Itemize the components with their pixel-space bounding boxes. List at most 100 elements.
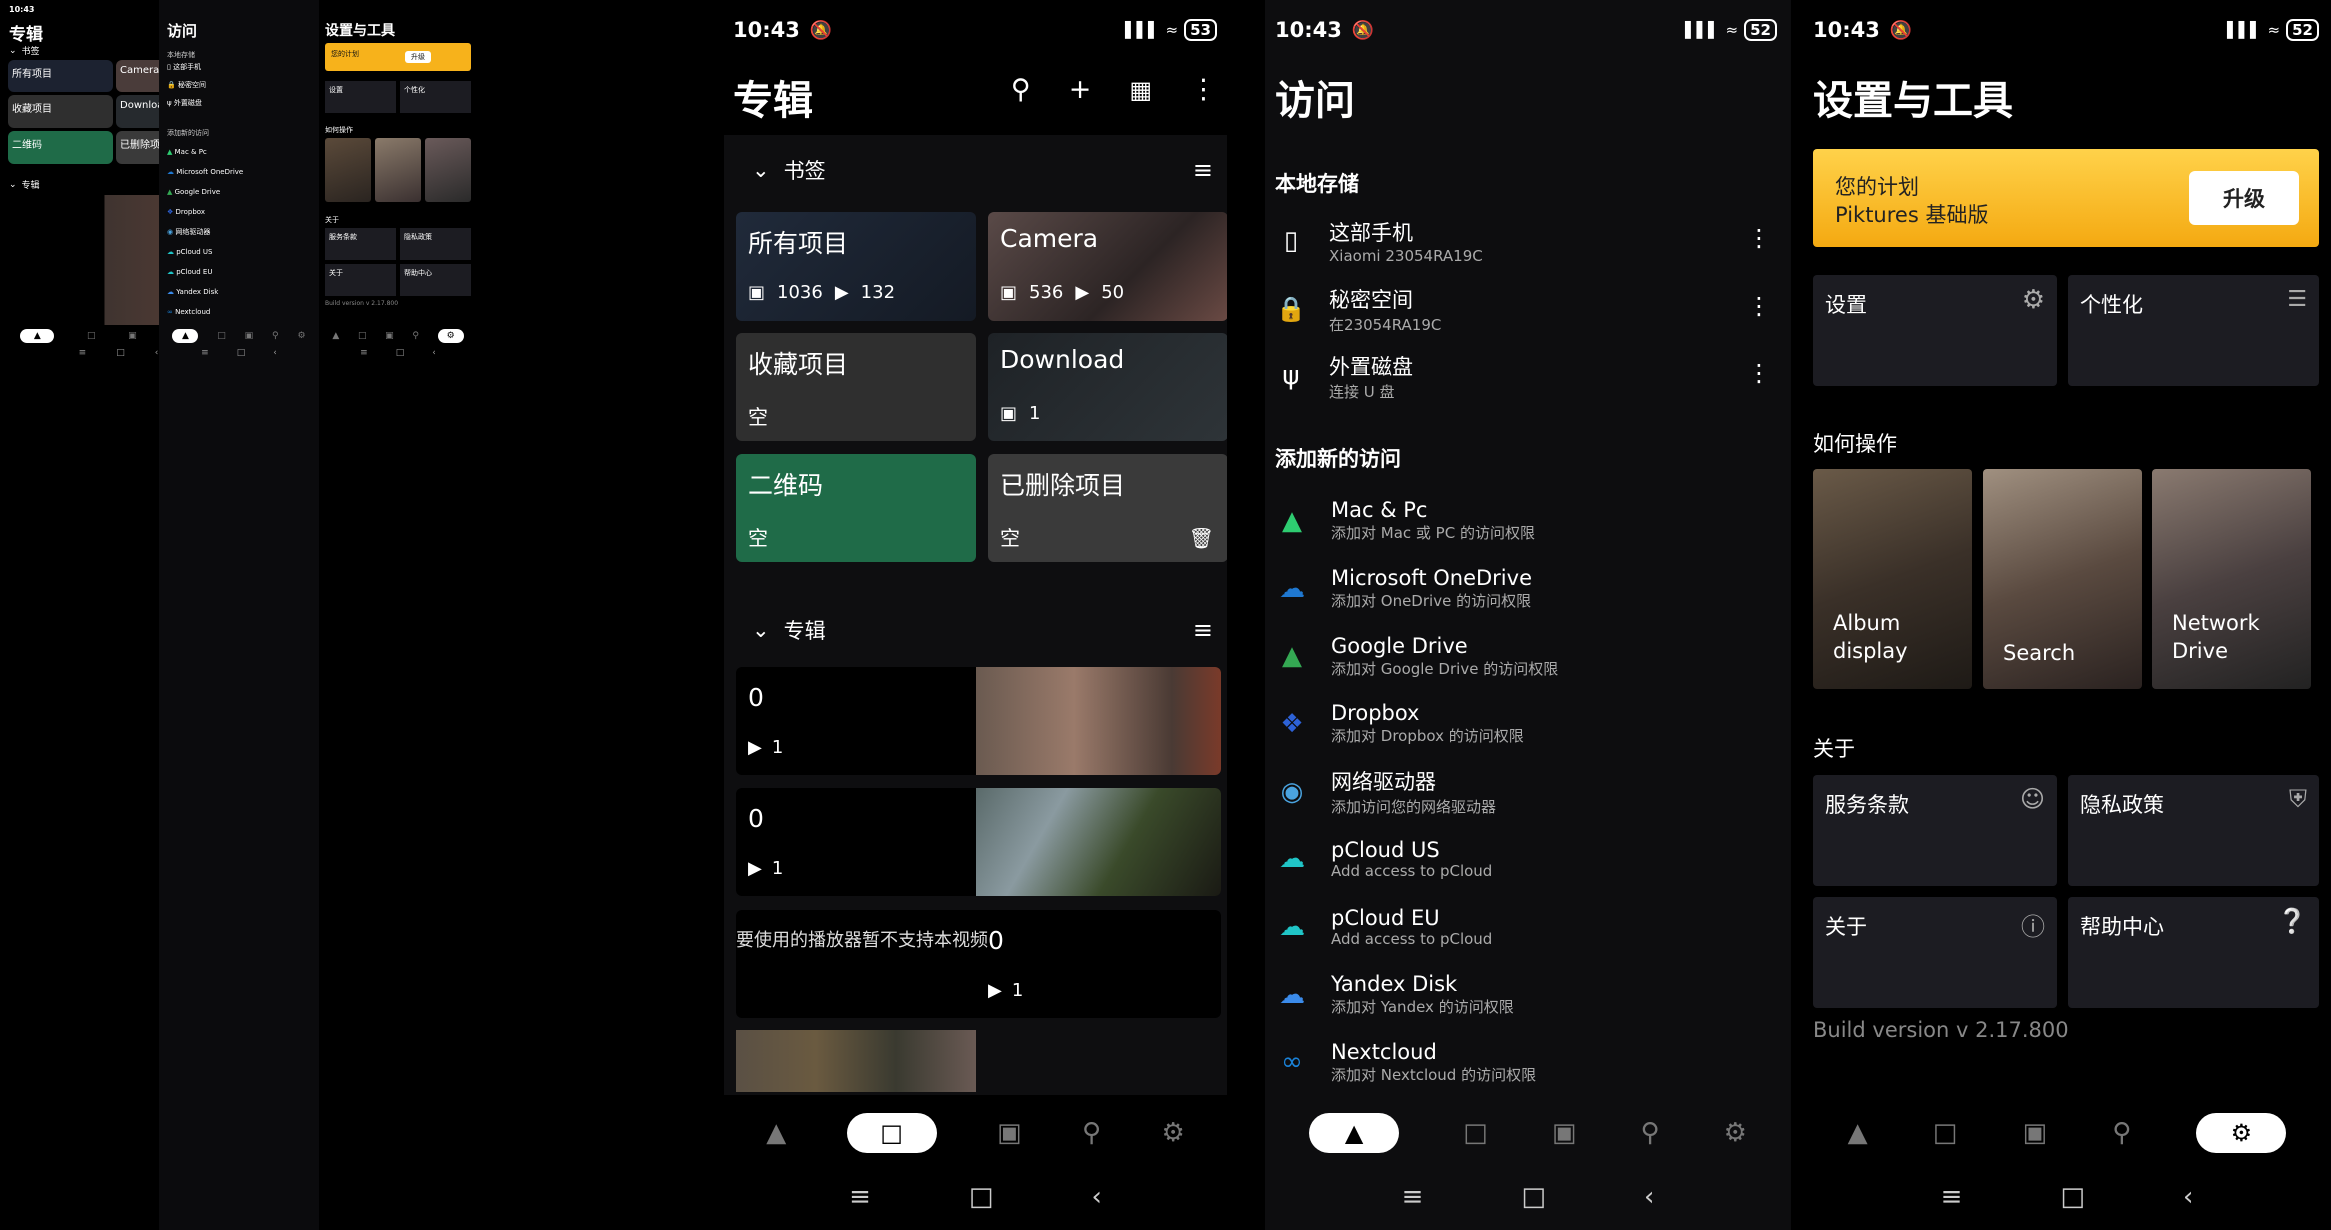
sort-icon[interactable]: ≡: [1193, 616, 1213, 644]
back-icon[interactable]: ‹: [2183, 1182, 2193, 1212]
recents-icon[interactable]: ≡: [360, 348, 368, 358]
service-row[interactable]: ▲ Google Drive 添加对 Google Drive 的访问权限: [1275, 622, 1775, 690]
help-tile[interactable]: 帮助中心: [400, 264, 471, 296]
tile-download[interactable]: Download ▣ 1: [988, 333, 1227, 441]
nav-settings-icon[interactable]: ⚙: [297, 331, 305, 341]
service-row[interactable]: ◉ 网络驱动器: [167, 222, 312, 242]
local-storage-row[interactable]: ψ 外置磁盘 连接 U 盘 ⋮: [1275, 347, 1775, 405]
home-icon[interactable]: □: [2060, 1182, 2085, 1212]
back-icon[interactable]: ‹: [1644, 1182, 1654, 1212]
local-row[interactable]: 🔒 秘密空间: [167, 80, 312, 98]
howto-card[interactable]: Network Drive: [2152, 469, 2311, 689]
back-icon[interactable]: ‹: [1091, 1182, 1101, 1212]
albums-section[interactable]: ⌄ 专辑: [752, 615, 826, 645]
nav-image-icon[interactable]: ▣: [2022, 1118, 2047, 1148]
nav-folder-icon[interactable]: □: [1463, 1118, 1488, 1148]
nav-settings-icon[interactable]: ⚙: [2196, 1113, 2287, 1153]
nav-search-icon[interactable]: ⚲: [412, 331, 419, 341]
service-row[interactable]: ☁ pCloud US Add access to pCloud: [1275, 825, 1775, 893]
howto-card[interactable]: [425, 138, 471, 202]
service-row[interactable]: ▲ Mac & Pc: [167, 142, 312, 162]
local-row[interactable]: ψ 外置磁盘: [167, 98, 312, 116]
service-row[interactable]: ∞ Nextcloud 添加对 Nextcloud 的访问权限: [1275, 1029, 1775, 1097]
bookmarks-section[interactable]: ⌄ 书签: [9, 44, 40, 58]
personalize-tile[interactable]: 个性化: [400, 81, 471, 113]
recents-icon[interactable]: ≡: [849, 1182, 871, 1212]
nav-folder-icon[interactable]: □: [87, 331, 96, 341]
upgrade-button[interactable]: 升级: [2189, 171, 2299, 225]
howto-card[interactable]: Album display: [1813, 469, 1972, 689]
nav-image-icon[interactable]: ▣: [1552, 1118, 1577, 1148]
album-thumb[interactable]: [736, 1030, 976, 1092]
nav-albums-icon[interactable]: ▲: [20, 329, 55, 343]
tile-all-items[interactable]: 所有项目: [8, 60, 113, 92]
service-row[interactable]: ☁ Yandex Disk 添加对 Yandex 的访问权限: [1275, 961, 1775, 1029]
back-icon[interactable]: ‹: [273, 348, 277, 358]
nav-search-icon[interactable]: ⚲: [1640, 1118, 1659, 1148]
terms-tile[interactable]: 服务条款: [325, 228, 396, 260]
privacy-tile[interactable]: 隐私政策: [400, 228, 471, 260]
recents-icon[interactable]: ≡: [1941, 1182, 1963, 1212]
service-row[interactable]: ◉ 网络驱动器 添加访问您的网络驱动器: [1275, 758, 1775, 826]
nav-search-icon[interactable]: ⚲: [272, 331, 279, 341]
nav-albums-icon[interactable]: ▲: [1309, 1113, 1400, 1153]
back-icon[interactable]: ‹: [432, 348, 436, 358]
nav-settings-icon[interactable]: ⚙: [1724, 1118, 1747, 1148]
settings-tile[interactable]: 设置 ⚙: [1813, 275, 2057, 386]
nav-search-icon[interactable]: ⚲: [1082, 1118, 1101, 1148]
service-row[interactable]: ❖ Dropbox 添加对 Dropbox 的访问权限: [1275, 690, 1775, 758]
service-row[interactable]: ☁ Microsoft OneDrive 添加对 OneDrive 的访问权限: [1275, 555, 1775, 623]
upgrade-button[interactable]: 升级: [405, 51, 431, 63]
album-card[interactable]: 0 ▶ 1: [736, 788, 1221, 896]
home-icon[interactable]: □: [396, 348, 405, 358]
recents-icon[interactable]: ≡: [201, 348, 209, 358]
more-icon[interactable]: ⋮: [1747, 359, 1771, 387]
local-row[interactable]: ▯ 这部手机: [167, 62, 312, 80]
help-tile[interactable]: 帮助中心 ❔: [2068, 897, 2319, 1008]
more-icon[interactable]: ⋮: [1747, 292, 1771, 320]
howto-card[interactable]: [325, 138, 371, 202]
nav-image-icon[interactable]: ▣: [385, 331, 394, 341]
home-icon[interactable]: □: [116, 348, 125, 358]
recents-icon[interactable]: ≡: [79, 348, 87, 358]
more-icon[interactable]: ⋮: [1190, 74, 1217, 105]
nav-image-icon[interactable]: ▣: [997, 1118, 1022, 1148]
more-icon[interactable]: ⋮: [1747, 224, 1771, 252]
service-row[interactable]: ☁ pCloud US: [167, 242, 312, 262]
bookmarks-section[interactable]: ⌄ 书签: [752, 155, 826, 185]
home-icon[interactable]: □: [969, 1182, 994, 1212]
about-tile[interactable]: 关于 ⓘ: [1813, 897, 2057, 1008]
nav-folder-icon[interactable]: □: [217, 331, 226, 341]
tile-camera[interactable]: Camera ▣ 536 ▶ 50: [988, 212, 1227, 321]
albums-section[interactable]: ⌄ 专辑: [9, 178, 40, 192]
tile-favorites[interactable]: 收藏项目 空: [736, 333, 976, 441]
tile-favorites[interactable]: 收藏项目: [8, 95, 113, 128]
plan-banner[interactable]: 您的计划 升级: [325, 43, 471, 71]
service-row[interactable]: ▲ Mac & Pc 添加对 Mac 或 PC 的访问权限: [1275, 487, 1775, 555]
local-storage-row[interactable]: 🔒 秘密空间 在23054RA19C ⋮: [1275, 280, 1775, 338]
service-row[interactable]: ☁ Yandex Disk: [167, 282, 312, 302]
tile-qr-code[interactable]: 二维码: [8, 131, 113, 164]
view-toggle-icon[interactable]: ▦: [1129, 76, 1152, 104]
terms-tile[interactable]: 服务条款 ☺: [1813, 775, 2057, 886]
nav-albums-icon[interactable]: ▲: [1848, 1118, 1868, 1148]
tile-all-items[interactable]: 所有项目 ▣ 1036 ▶ 132: [736, 212, 976, 321]
sort-icon[interactable]: ≡: [1193, 156, 1213, 184]
nav-search-icon[interactable]: ⚲: [2112, 1118, 2131, 1148]
add-icon[interactable]: +: [1069, 74, 1092, 105]
service-row[interactable]: ☁ pCloud EU: [167, 262, 312, 282]
nav-folder-icon[interactable]: □: [1933, 1118, 1958, 1148]
nav-image-icon[interactable]: ▣: [245, 331, 254, 341]
nav-folder-icon[interactable]: □: [846, 1113, 937, 1153]
home-icon[interactable]: □: [237, 348, 246, 358]
tile-qr-code[interactable]: 二维码 空: [736, 454, 976, 562]
nav-albums-icon[interactable]: ▲: [332, 331, 339, 341]
nav-albums-icon[interactable]: ▲: [172, 329, 199, 343]
tile-deleted[interactable]: 已删除项目 空 🗑: [988, 454, 1227, 562]
local-storage-row[interactable]: ▯ 这部手机 Xiaomi 23054RA19C ⋮: [1275, 212, 1775, 270]
plan-banner[interactable]: 您的计划 Piktures 基础版 升级: [1813, 149, 2319, 247]
howto-card[interactable]: [375, 138, 421, 202]
album-card[interactable]: 要使用的播放器暂不支持本视频 0 ▶ 1: [736, 910, 1221, 1018]
nav-folder-icon[interactable]: □: [358, 331, 367, 341]
service-row[interactable]: ▲ Google Drive: [167, 182, 312, 202]
